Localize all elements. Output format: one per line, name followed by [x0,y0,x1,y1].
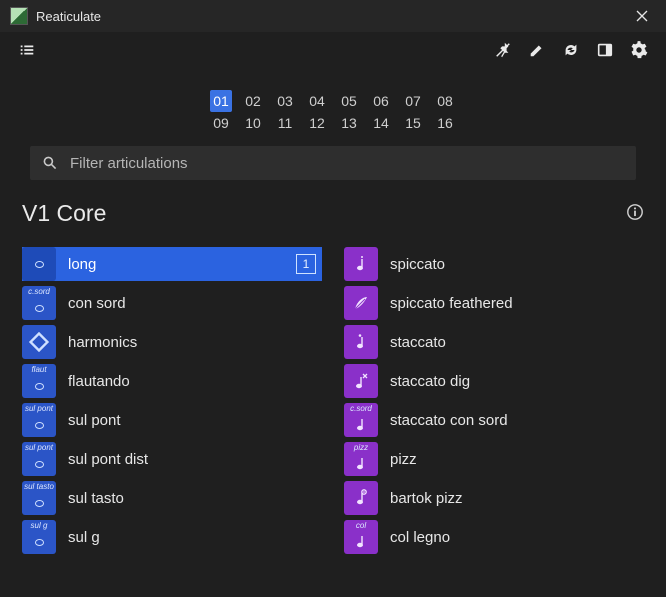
dock-button[interactable] [588,35,622,65]
info-icon [626,203,644,221]
articulation-item[interactable]: staccato dig [344,364,644,398]
articulation-badge [22,247,56,281]
articulation-label: staccato con sord [390,412,508,429]
slot-11[interactable]: 11 [274,112,296,134]
articulation-badge: c.sord [344,403,378,437]
articulation-badge [344,325,378,359]
slot-02[interactable]: 02 [242,90,264,112]
articulation-badge [344,247,378,281]
search-icon [42,155,58,171]
pin-off-icon [494,41,512,59]
slot-08[interactable]: 08 [434,90,456,112]
articulation-item[interactable]: col col legno [344,520,644,554]
articulation-label: flautando [68,373,130,390]
articulation-item[interactable]: c.sord staccato con sord [344,403,644,437]
articulation-label: sul g [68,529,100,546]
settings-button[interactable] [622,35,656,65]
articulation-badge [344,364,378,398]
articulation-label: long [68,256,96,273]
window-title: Reaticulate [36,9,620,24]
slot-03[interactable]: 03 [274,90,296,112]
articulation-badge: c.sord [22,286,56,320]
articulation-badge: sul g [22,520,56,554]
articulation-slot-indicator: 1 [296,254,316,274]
slot-05[interactable]: 05 [338,90,360,112]
articulation-label: con sord [68,295,126,312]
articulation-badge: sul pont [22,403,56,437]
slot-row: 01 02 03 04 05 06 07 08 [210,90,456,112]
articulation-badge: sul tasto [22,481,56,515]
slot-15[interactable]: 15 [402,112,424,134]
articulation-label: staccato [390,334,446,351]
articulation-label: spiccato feathered [390,295,513,312]
articulation-item[interactable]: spiccato feathered [344,286,644,320]
titlebar: Reaticulate [0,0,666,32]
articulation-label: col legno [390,529,450,546]
articulation-label: bartok pizz [390,490,463,507]
articulation-column-right: spiccato spiccato feathered staccato stacca… [344,247,644,559]
gear-icon [630,41,648,59]
slot-01[interactable]: 01 [210,90,232,112]
articulation-badge [344,481,378,515]
slot-picker: 01 02 03 04 05 06 07 08 09 10 11 12 13 14 15 16 [0,90,666,134]
slot-09[interactable]: 09 [210,112,232,134]
articulation-item[interactable]: staccato [344,325,644,359]
articulation-badge: sul pont [22,442,56,476]
articulation-badge: flaut [22,364,56,398]
articulation-item[interactable]: c.sord con sord [22,286,322,320]
articulation-item[interactable]: bartok pizz [344,481,644,515]
filter-input[interactable] [68,154,624,173]
articulation-badge: col [344,520,378,554]
articulation-item[interactable]: harmonics [22,325,322,359]
articulation-item[interactable]: long 1 [22,247,322,281]
slot-12[interactable]: 12 [306,112,328,134]
articulation-grid: long 1 c.sord con sord harmonics flaut flautan… [0,247,666,559]
sync-button[interactable] [554,35,588,65]
articulation-label: pizz [390,451,417,468]
slot-14[interactable]: 14 [370,112,392,134]
app-window: Reaticulate 01 02 03 04 05 06 07 08 09 10 11 12 13 1… [0,0,666,597]
articulation-item[interactable]: sul pont sul pont [22,403,322,437]
articulation-label: harmonics [68,334,137,351]
slot-13[interactable]: 13 [338,112,360,134]
articulation-label: sul pont dist [68,451,148,468]
slot-07[interactable]: 07 [402,90,424,112]
articulation-label: sul pont [68,412,121,429]
articulation-badge: pizz [344,442,378,476]
articulation-item[interactable]: sul g sul g [22,520,322,554]
close-button[interactable] [620,0,664,32]
pin-button[interactable] [486,35,520,65]
articulation-item[interactable]: flaut flautando [22,364,322,398]
articulation-label: staccato dig [390,373,470,390]
app-icon [10,7,28,25]
dock-icon [596,41,614,59]
articulation-label: sul tasto [68,490,124,507]
articulation-label: spiccato [390,256,445,273]
slot-row: 09 10 11 12 13 14 15 16 [210,112,456,134]
articulation-item[interactable]: spiccato [344,247,644,281]
sync-icon [562,41,580,59]
slot-04[interactable]: 04 [306,90,328,112]
articulation-item[interactable]: pizz pizz [344,442,644,476]
list-button[interactable] [10,35,44,65]
list-icon [18,41,36,59]
close-icon [636,10,648,22]
edit-button[interactable] [520,35,554,65]
toolbar [0,32,666,68]
slot-16[interactable]: 16 [434,112,456,134]
pencil-icon [528,41,546,59]
articulation-badge [344,286,378,320]
filter-box[interactable] [30,146,636,180]
section-header: V1 Core [22,200,644,227]
slot-10[interactable]: 10 [242,112,264,134]
slot-06[interactable]: 06 [370,90,392,112]
articulation-item[interactable]: sul tasto sul tasto [22,481,322,515]
articulation-item[interactable]: sul pont sul pont dist [22,442,322,476]
section-title: V1 Core [22,200,106,227]
articulation-badge [22,325,56,359]
info-button[interactable] [626,203,644,224]
articulation-column-left: long 1 c.sord con sord harmonics flaut flautan… [22,247,322,559]
